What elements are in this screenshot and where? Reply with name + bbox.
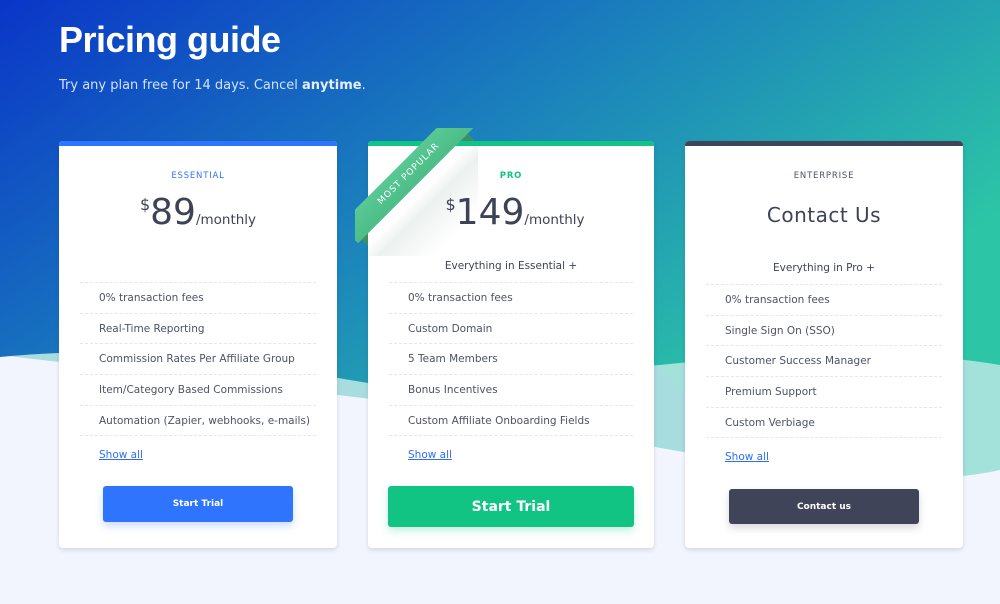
plan-accent-bar [685,141,963,146]
plan-tier-label: ENTERPRISE [793,171,855,181]
plan-accent-bar [59,141,337,146]
contact-us-button[interactable]: Contact us [729,489,919,524]
feature-list: 0% transaction fees Real-Time Reporting … [80,282,316,437]
plan-price: $149/monthly [376,191,654,235]
feature-item: Premium Support [706,377,942,408]
feature-item: Automation (Zapier, webhooks, e-mails) [80,406,316,437]
hero-section: Pricing guide Try any plan free for 14 d… [59,18,366,93]
plan-price: $89/monthly [59,191,337,235]
ribbon-fold [355,233,368,246]
feature-item: Custom Affiliate Onboarding Fields [389,406,633,437]
plan-card-enterprise: ENTERPRISE Contact Us Everything in Pro … [685,141,963,548]
price-amount: 149 [455,192,525,233]
ribbon-fold [462,128,475,141]
page-title: Pricing guide [59,19,281,60]
feature-item: Commission Rates Per Affiliate Group [80,344,316,376]
price-currency: $ [445,195,456,214]
plan-tier-label: PRO [499,171,523,181]
feature-list: 0% transaction fees Custom Domain 5 Team… [389,282,633,437]
show-all-link[interactable]: Show all [99,449,143,461]
plan-accent-bar [368,141,654,146]
feature-item: Real-Time Reporting [80,314,316,345]
feature-item: Custom Domain [389,314,633,345]
plan-card-essential: ESSENTIAL $89/monthly 0% transaction fee… [59,141,337,548]
feature-item: 0% transaction fees [80,283,316,314]
price-period: /monthly [524,212,585,228]
plan-includes: Everything in Essential + [444,260,578,272]
feature-item: 0% transaction fees [706,285,942,316]
feature-item: Custom Verbiage [706,408,942,439]
feature-item: Bonus Incentives [389,375,633,406]
feature-item: 5 Team Members [389,344,633,376]
show-all-link[interactable]: Show all [725,451,769,463]
page-subtitle: Try any plan free for 14 days. Cancel an… [59,78,366,93]
price-amount: 89 [150,192,196,233]
feature-item: Customer Success Manager [706,346,942,378]
plan-includes: Everything in Pro + [773,262,875,274]
feature-item: 0% transaction fees [389,283,633,314]
price-period: /monthly [195,212,257,228]
show-all-link[interactable]: Show all [408,449,452,461]
plan-card-pro: MOST POPULAR PRO $149/monthly Everything… [355,128,654,548]
start-trial-button[interactable]: Start Trial [388,486,634,527]
feature-item: Item/Category Based Commissions [80,375,316,406]
price-currency: $ [139,195,151,214]
feature-list: 0% transaction fees Single Sign On (SSO)… [706,284,942,439]
plan-tier-label: ESSENTIAL [171,171,225,181]
subtitle-emphasis: anytime [302,78,362,93]
plan-contact-title: Contact Us [766,203,882,227]
start-trial-button[interactable]: Start Trial [103,486,293,522]
feature-item: Single Sign On (SSO) [706,316,942,347]
